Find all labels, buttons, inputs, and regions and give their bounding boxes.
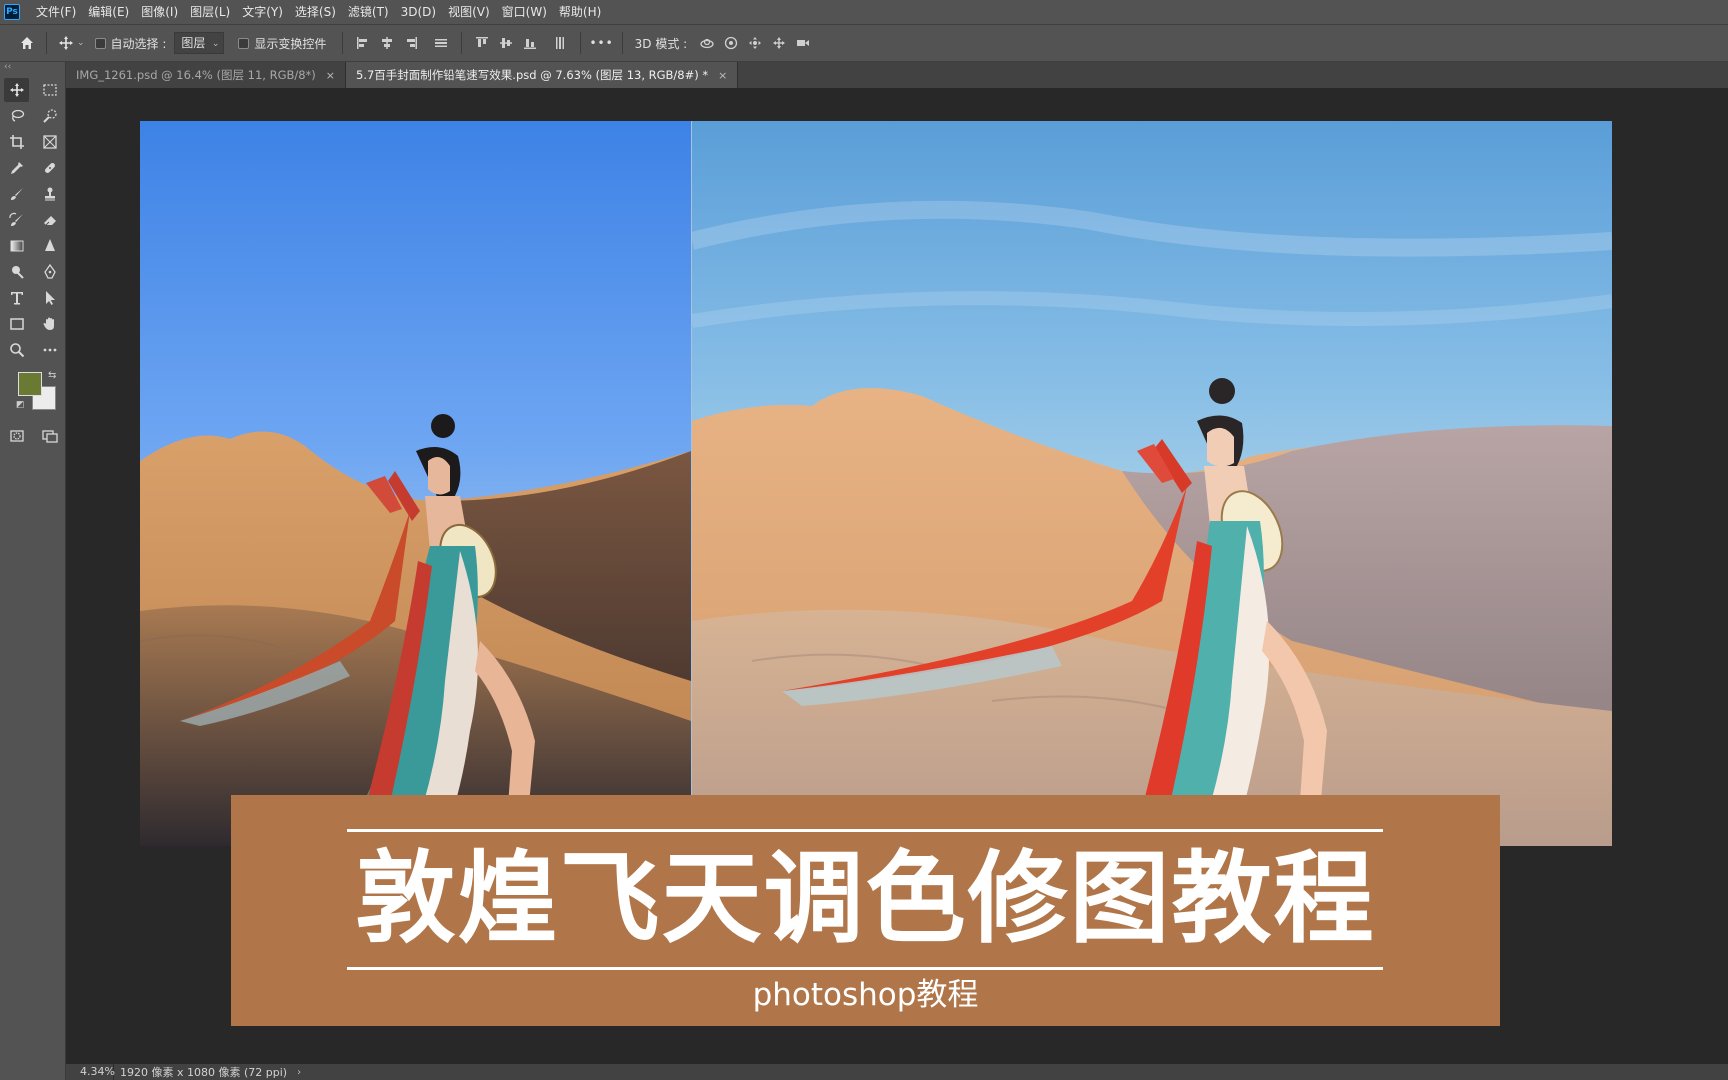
tools-panel: ‹‹ ⇆ ◩ bbox=[0, 62, 66, 1080]
document-canvas[interactable] bbox=[140, 121, 1612, 846]
chevron-down-icon[interactable]: ⌄ bbox=[77, 38, 85, 48]
separator bbox=[621, 32, 623, 54]
status-bar: 4.34% 1920 像素 x 1080 像素 (72 ppi) › bbox=[66, 1064, 1728, 1080]
title-banner: 敦煌飞天调色修图教程 photoshop教程 bbox=[231, 795, 1500, 1026]
separator bbox=[342, 32, 344, 54]
swap-colors-icon[interactable]: ⇆ bbox=[48, 370, 56, 381]
home-icon[interactable] bbox=[16, 32, 38, 54]
brush-tool-icon[interactable] bbox=[0, 182, 33, 206]
align-left-icon[interactable] bbox=[351, 32, 375, 54]
3d-orbit-icon[interactable] bbox=[695, 32, 719, 54]
default-colors-icon[interactable]: ◩ bbox=[16, 400, 25, 410]
auto-select-value: 图层 bbox=[181, 36, 206, 50]
distribute-vertical-icon[interactable] bbox=[548, 32, 572, 54]
menu-help[interactable]: 帮助(H) bbox=[553, 0, 607, 24]
color-swatches: ⇆ ◩ bbox=[0, 370, 65, 414]
3d-roll-icon[interactable] bbox=[719, 32, 743, 54]
after-photo bbox=[692, 121, 1612, 846]
move-tool-preset-icon[interactable] bbox=[55, 32, 77, 54]
chevron-right-icon[interactable]: › bbox=[297, 1067, 301, 1078]
pen-tool-icon[interactable] bbox=[33, 260, 66, 284]
menu-image[interactable]: 图像(I) bbox=[135, 0, 184, 24]
before-photo bbox=[140, 121, 691, 846]
menu-bar: Ps 文件(F) 编辑(E) 图像(I) 图层(L) 文字(Y) 选择(S) 滤… bbox=[0, 0, 1728, 24]
document-info: 1920 像素 x 1080 像素 (72 ppi) bbox=[120, 1066, 288, 1079]
foreground-color-swatch[interactable] bbox=[18, 372, 42, 396]
menu-select[interactable]: 选择(S) bbox=[289, 0, 342, 24]
banner-title: 敦煌飞天调色修图教程 bbox=[355, 840, 1376, 957]
frame-tool-icon[interactable] bbox=[33, 130, 66, 154]
separator bbox=[46, 32, 47, 54]
menu-view[interactable]: 视图(V) bbox=[442, 0, 496, 24]
hand-tool-icon[interactable] bbox=[33, 312, 66, 336]
menu-window[interactable]: 窗口(W) bbox=[496, 0, 553, 24]
auto-select-label: 自动选择 : bbox=[110, 36, 167, 51]
options-bar: ⌄ 自动选择 : 图层 ⌄ 显示变换控件 ••• 3D 模式 : bbox=[0, 24, 1728, 62]
more-tools-icon[interactable] bbox=[33, 338, 66, 362]
show-transform-checkbox[interactable]: 显示变换控件 bbox=[238, 35, 326, 52]
tab-img-1261[interactable]: IMG_1261.psd @ 16.4% (图层 11, RGB/8*) × bbox=[66, 62, 347, 88]
canvas-workspace[interactable]: 敦煌飞天调色修图教程 photoshop教程 bbox=[66, 88, 1728, 1064]
menu-type[interactable]: 文字(Y) bbox=[236, 0, 289, 24]
blur-tool-icon[interactable] bbox=[33, 234, 66, 258]
after-photo-scene bbox=[692, 200, 1612, 846]
zoom-tool-icon[interactable] bbox=[0, 338, 33, 362]
clone-stamp-tool-icon[interactable] bbox=[33, 182, 66, 206]
eyedropper-tool-icon[interactable] bbox=[0, 156, 33, 180]
3d-camera-icon[interactable] bbox=[791, 32, 815, 54]
3d-mode-label: 3D 模式 : bbox=[634, 36, 688, 51]
show-transform-label: 显示变换控件 bbox=[254, 36, 327, 51]
healing-brush-tool-icon[interactable] bbox=[33, 156, 66, 180]
quick-select-tool-icon[interactable] bbox=[33, 104, 66, 128]
chevron-down-icon: ⌄ bbox=[211, 39, 220, 49]
rectangle-tool-icon[interactable] bbox=[0, 312, 33, 336]
lasso-tool-icon[interactable] bbox=[0, 104, 33, 128]
align-right-icon[interactable] bbox=[399, 32, 423, 54]
crop-tool-icon[interactable] bbox=[0, 130, 33, 154]
type-tool-icon[interactable] bbox=[0, 286, 33, 310]
zoom-level[interactable]: 4.34% bbox=[66, 1064, 115, 1080]
align-top-icon[interactable] bbox=[470, 32, 494, 54]
marquee-tool-icon[interactable] bbox=[33, 78, 66, 102]
more-options-button[interactable]: ••• bbox=[589, 36, 613, 50]
dodge-tool-icon[interactable] bbox=[0, 260, 33, 284]
tab-label: 5.7百手封面制作铅笔速写效果.psd @ 7.63% (图层 13, RGB/… bbox=[356, 68, 709, 82]
menu-3d[interactable]: 3D(D) bbox=[395, 0, 442, 24]
collapse-panel-icon[interactable]: ‹‹ bbox=[0, 62, 65, 72]
tab-label: IMG_1261.psd @ 16.4% (图层 11, RGB/8*) bbox=[76, 68, 316, 82]
3d-pan-icon[interactable] bbox=[743, 32, 767, 54]
align-bottom-icon[interactable] bbox=[518, 32, 542, 54]
auto-select-checkbox[interactable]: 自动选择 : bbox=[94, 35, 167, 52]
gradient-tool-icon[interactable] bbox=[0, 234, 33, 258]
checkbox-box[interactable] bbox=[94, 37, 106, 49]
eraser-tool-icon[interactable] bbox=[33, 208, 66, 232]
align-middle-icon[interactable] bbox=[494, 32, 518, 54]
path-select-tool-icon[interactable] bbox=[33, 286, 66, 310]
banner-rule-bottom bbox=[347, 967, 1383, 970]
menu-edit[interactable]: 编辑(E) bbox=[82, 0, 135, 24]
close-icon[interactable]: × bbox=[718, 69, 727, 82]
document-tabs: IMG_1261.psd @ 16.4% (图层 11, RGB/8*) × 5… bbox=[66, 62, 1728, 88]
checkbox-box[interactable] bbox=[238, 37, 250, 49]
screen-mode-icon[interactable] bbox=[33, 424, 66, 448]
move-tool-icon[interactable] bbox=[4, 78, 29, 102]
quick-mask-icon[interactable] bbox=[0, 424, 33, 448]
3d-slide-icon[interactable] bbox=[767, 32, 791, 54]
separator bbox=[580, 32, 582, 54]
banner-subtitle: photoshop教程 bbox=[752, 977, 979, 1013]
tab-cover-sketch[interactable]: 5.7百手封面制作铅笔速写效果.psd @ 7.63% (图层 13, RGB/… bbox=[346, 62, 739, 88]
align-center-icon[interactable] bbox=[375, 32, 399, 54]
close-icon[interactable]: × bbox=[326, 69, 335, 82]
menu-filter[interactable]: 滤镜(T) bbox=[342, 0, 395, 24]
photoshop-logo-icon[interactable]: Ps bbox=[4, 4, 20, 20]
menu-layer[interactable]: 图层(L) bbox=[184, 0, 236, 24]
menu-file[interactable]: 文件(F) bbox=[30, 0, 82, 24]
separator bbox=[461, 32, 463, 54]
distribute-horizontal-icon[interactable] bbox=[429, 32, 453, 54]
banner-rule-top bbox=[347, 829, 1383, 832]
history-brush-tool-icon[interactable] bbox=[0, 208, 33, 232]
before-photo-scene bbox=[140, 414, 691, 846]
auto-select-dropdown[interactable]: 图层 ⌄ bbox=[174, 32, 225, 54]
